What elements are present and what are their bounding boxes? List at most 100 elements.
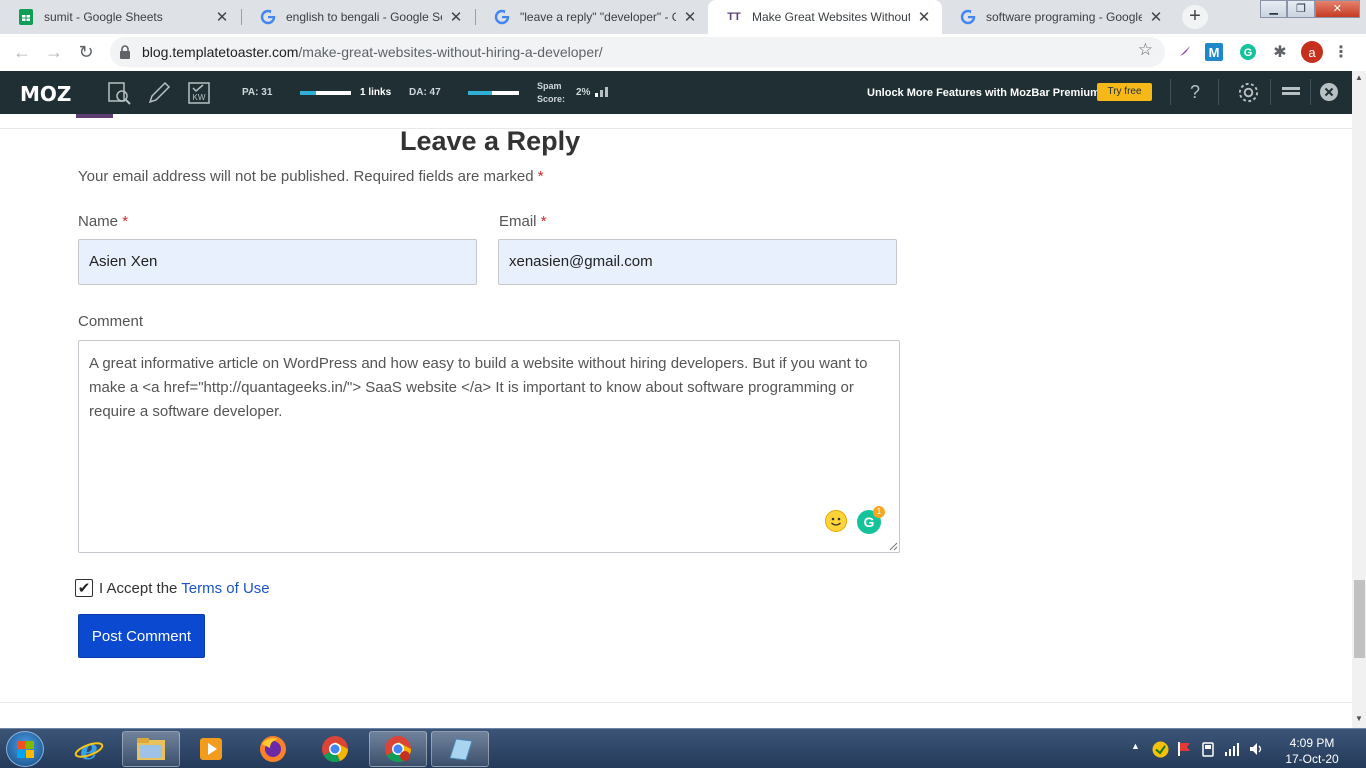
clock-time: 4:09 PM [1289, 736, 1335, 750]
close-tab-icon[interactable]: ✕ [448, 8, 464, 26]
collapse-bar-icon[interactable] [1282, 87, 1300, 96]
extensions-puzzle-icon[interactable]: ✱ [1269, 41, 1291, 63]
email-label: Email * [499, 213, 547, 230]
email-field[interactable]: xenasien@gmail.com [498, 239, 897, 285]
volume-speaker-icon[interactable] [1248, 741, 1264, 757]
close-tab-icon[interactable]: ✕ [214, 8, 230, 26]
spam-score-value: 2% [576, 87, 591, 98]
action-center-flag-icon[interactable] [1176, 741, 1192, 757]
close-tab-icon[interactable]: ✕ [682, 8, 698, 26]
name-label-text: Name [78, 213, 119, 230]
spam-label-line2: Score: [537, 94, 566, 104]
grammarly-extension-icon[interactable]: G [1237, 41, 1259, 63]
try-free-button[interactable]: Try free [1097, 83, 1152, 101]
minimize-button[interactable]: ▁ [1260, 0, 1288, 18]
chrome-icon[interactable] [306, 731, 364, 767]
file-explorer-icon[interactable] [122, 731, 180, 767]
spam-label-line1: Spam [537, 81, 562, 91]
firefox-icon[interactable] [244, 731, 302, 767]
close-window-button[interactable]: ✕ [1314, 0, 1360, 18]
maximize-button[interactable]: ❐ [1287, 0, 1315, 18]
author-accent-bar [76, 114, 113, 118]
security-shield-tray-icon[interactable] [1152, 741, 1169, 758]
google-icon [260, 9, 276, 25]
google-icon [960, 9, 976, 25]
links-count: 1 links [360, 87, 392, 98]
page-authority: PA: 31 [242, 87, 273, 98]
internet-explorer-icon[interactable]: e [60, 731, 118, 767]
accept-terms-label: I Accept the Terms of Use [99, 580, 270, 597]
emoji-picker-icon[interactable] [825, 510, 847, 532]
settings-gear-icon[interactable] [1237, 81, 1260, 104]
mozbar: MOZ KW PA: 31 1 links DA: 47 Spam Score:… [0, 71, 1366, 114]
tab-google-sheets[interactable]: sumit - Google Sheets ✕ [0, 0, 240, 34]
lock-icon [120, 45, 130, 59]
moz-logo: MOZ [20, 82, 72, 106]
forward-arrow-icon[interactable]: → [38, 42, 70, 63]
post-comment-button[interactable]: Post Comment [78, 614, 205, 658]
resize-handle-icon[interactable] [889, 542, 898, 551]
google-sheets-icon [18, 9, 34, 25]
accept-prefix: I Accept the [99, 580, 178, 597]
notice-text: Your email address will not be published… [78, 168, 534, 185]
browser-toolbar: ← → ↻ blog.templatetoaster.com/make-grea… [0, 34, 1366, 71]
required-mark: * [537, 168, 544, 185]
bookmark-star-icon[interactable]: ☆ [1138, 40, 1153, 60]
close-mozbar-icon[interactable] [1320, 83, 1338, 101]
reload-icon[interactable]: ↻ [70, 42, 102, 63]
required-mark: * [122, 213, 129, 230]
tab-software-programing[interactable]: software programing - Google S ✕ [942, 0, 1174, 34]
page-authority-bar [300, 91, 351, 95]
show-hidden-icons-arrow[interactable]: ▲ [1131, 741, 1140, 751]
device-tray-icon[interactable] [1200, 741, 1216, 757]
menu-kebab-icon[interactable]: ⋮ [1330, 41, 1352, 63]
mozbar-divider [1170, 79, 1171, 105]
page-scrollbar[interactable]: ▲ ▼ [1352, 71, 1366, 728]
tab-make-great-websites[interactable]: TT Make Great Websites Without H ✕ [708, 0, 942, 34]
domain-authority: DA: 47 [409, 87, 441, 98]
profile-avatar[interactable]: a [1301, 41, 1323, 63]
terms-of-use-link[interactable]: Terms of Use [181, 580, 269, 597]
tab-leave-a-reply-search[interactable]: "leave a reply" "developer" - Go ✕ [476, 0, 708, 34]
tab-title: sumit - Google Sheets [44, 10, 163, 24]
scroll-up-icon[interactable]: ▲ [1355, 73, 1363, 82]
comment-label: Comment [78, 313, 144, 330]
name-label: Name * [78, 213, 128, 230]
close-tab-icon[interactable]: ✕ [1148, 8, 1164, 26]
clock-date: 17-Oct-20 [1285, 752, 1339, 766]
network-signal-icon[interactable] [1224, 741, 1240, 757]
help-button[interactable]: ? [1190, 82, 1200, 103]
svg-text:e: e [80, 734, 98, 764]
address-bar[interactable]: blog.templatetoaster.com/make-great-webs… [110, 37, 1165, 67]
notes-app-icon[interactable] [431, 731, 489, 767]
url-domain: blog.templatetoaster.com [142, 44, 299, 60]
comment-textarea[interactable]: A great informative article on WordPress… [78, 340, 900, 553]
tab-title: Make Great Websites Without H [752, 10, 910, 24]
templatetoaster-icon: TT [727, 11, 741, 23]
mozbar-extension-icon[interactable]: M [1205, 43, 1223, 61]
svg-text:KW: KW [193, 93, 206, 102]
url-path: /make-great-websites-without-hiring-a-de… [298, 44, 603, 60]
feather-extension-icon[interactable] [1173, 41, 1195, 63]
highlight-pencil-icon[interactable] [146, 80, 172, 106]
spam-signal-icon [595, 87, 608, 97]
name-field[interactable]: Asien Xen [78, 239, 477, 285]
start-button[interactable] [6, 731, 44, 767]
chrome-profile-window-icon[interactable] [369, 731, 427, 767]
domain-authority-bar [468, 91, 519, 95]
back-arrow-icon[interactable]: ← [6, 42, 38, 63]
email-label-text: Email [499, 213, 537, 230]
system-clock[interactable]: 4:09 PM 17-Oct-20 [1276, 735, 1348, 767]
keyword-explorer-icon[interactable]: KW [186, 80, 212, 106]
new-tab-button[interactable]: + [1182, 5, 1208, 29]
section-divider [0, 702, 1352, 703]
scrollbar-thumb[interactable] [1354, 580, 1365, 658]
tab-english-to-bengali[interactable]: english to bengali - Google Sea ✕ [242, 0, 474, 34]
scroll-down-icon[interactable]: ▼ [1355, 714, 1363, 723]
accept-terms-checkbox[interactable]: ✔ [75, 579, 93, 597]
page-analysis-icon[interactable] [106, 80, 132, 106]
close-tab-icon[interactable]: ✕ [916, 8, 932, 26]
tab-strip: sumit - Google Sheets ✕ english to benga… [0, 0, 1366, 34]
media-player-icon[interactable] [182, 731, 240, 767]
section-divider [0, 128, 1352, 129]
